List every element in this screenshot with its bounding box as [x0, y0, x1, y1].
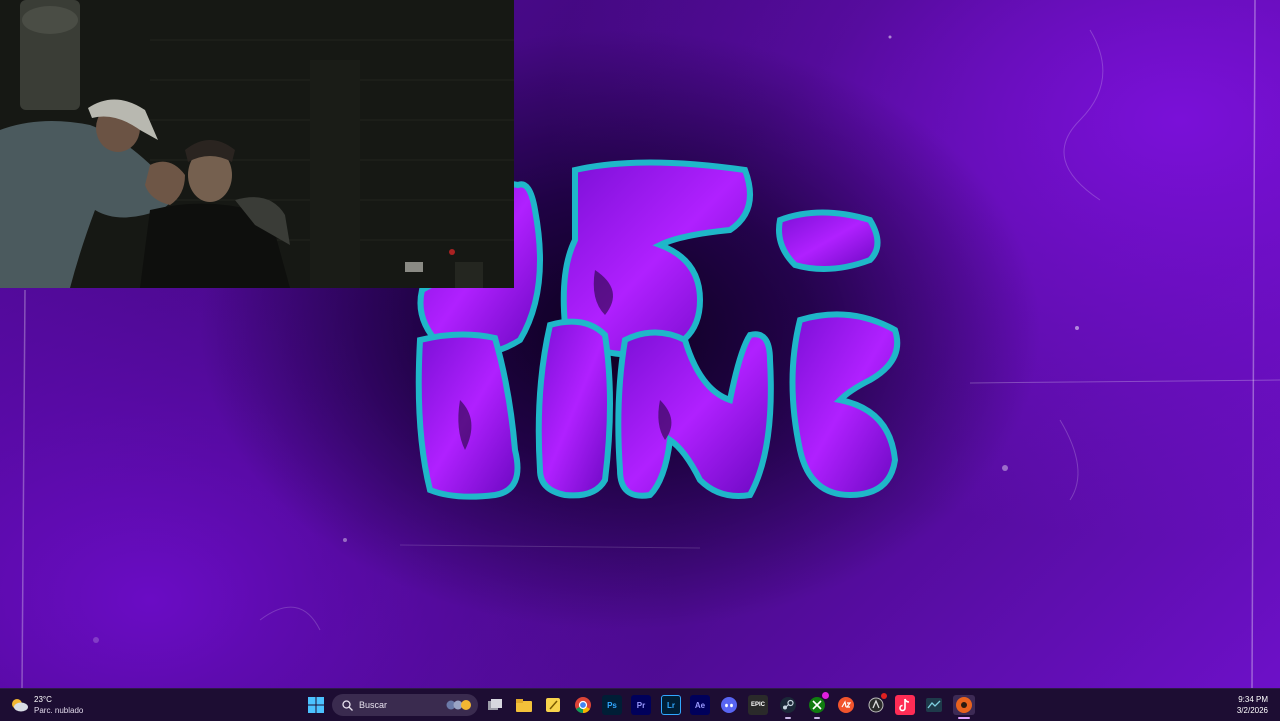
lightroom-icon[interactable]: Lr [661, 695, 681, 715]
webcam-overlay [0, 0, 514, 288]
taskbar-search-box[interactable]: Buscar [332, 694, 478, 716]
app-dark-icon[interactable] [924, 695, 944, 715]
task-view-icon[interactable] [485, 695, 505, 715]
rockstar-launcher-icon[interactable] [866, 693, 887, 715]
search-icon [342, 699, 353, 711]
chrome-icon[interactable] [573, 695, 593, 715]
tiktok-icon[interactable] [895, 695, 915, 715]
after-effects-icon[interactable]: Ae [690, 695, 710, 715]
xbox-icon[interactable] [807, 692, 829, 719]
clock-date: 3/2/2026 [1236, 706, 1268, 715]
discord-icon[interactable] [719, 695, 739, 715]
steam-icon[interactable] [778, 695, 798, 719]
webcam-scene [0, 0, 514, 288]
partly-cloudy-icon [10, 698, 28, 712]
weather-widget[interactable]: 23°C Parc. nublado [10, 693, 83, 717]
windows-start-icon[interactable] [306, 695, 326, 715]
weather-condition: Parc. nublado [34, 706, 84, 715]
xbox-running-indicator [814, 717, 820, 719]
taskbar: 23°C Parc. nublado Buscar Ps Pr Lr Ae EP… [0, 688, 1280, 721]
ea-app-icon[interactable] [836, 695, 856, 715]
epic-games-icon[interactable]: EPIC [748, 695, 768, 715]
file-explorer-icon[interactable] [514, 695, 534, 715]
xbox-notification-badge [822, 692, 829, 699]
search-highlight-icon [446, 699, 472, 711]
launcher-notification-badge [881, 693, 887, 699]
obs-icon[interactable] [953, 695, 975, 719]
system-clock[interactable]: 9:34 PM 3/2/2026 [1237, 694, 1268, 716]
steam-running-indicator [785, 717, 791, 719]
premiere-icon[interactable]: Pr [631, 695, 651, 715]
weather-temperature: 23°C [34, 695, 52, 704]
obs-active-indicator [958, 717, 970, 719]
search-placeholder: Buscar [359, 700, 388, 710]
sticky-notes-icon[interactable] [543, 695, 563, 715]
clock-time: 9:34 PM [1238, 695, 1268, 704]
photoshop-icon[interactable]: Ps [602, 695, 622, 715]
